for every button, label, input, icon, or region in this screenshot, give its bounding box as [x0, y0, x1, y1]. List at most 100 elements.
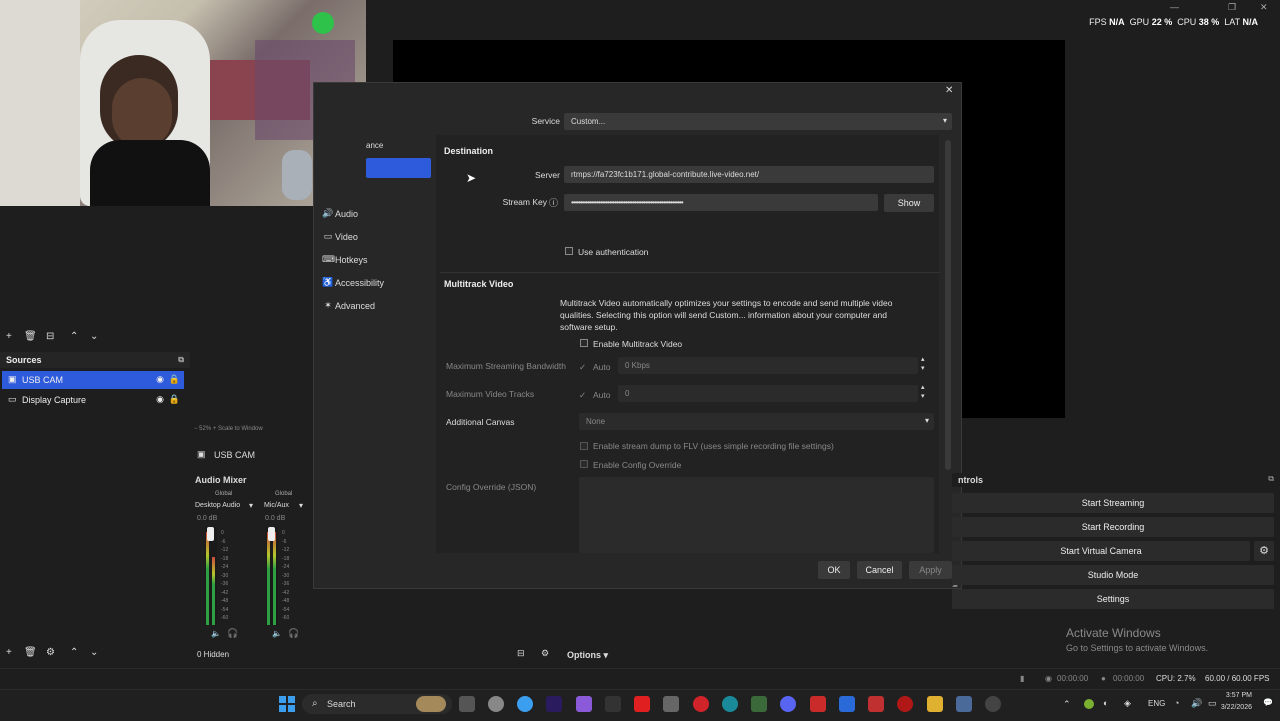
after-effects-icon[interactable] [546, 696, 562, 712]
gear-icon[interactable]: ⚙ [541, 648, 549, 659]
accessibility-icon: ♿ [322, 277, 334, 287]
add-icon[interactable]: + [6, 331, 12, 342]
nav-item-advanced[interactable]: ✶ Advanced [320, 297, 430, 315]
volume-slider-handle[interactable] [207, 527, 214, 541]
show-key-button[interactable]: Show [884, 194, 934, 212]
tray-app-icon[interactable]: ◐ [1103, 698, 1108, 708]
enable-multitrack-checkbox[interactable] [580, 339, 588, 347]
help-icon[interactable]: ⓘ [549, 196, 558, 209]
move-up-icon[interactable]: ⌃ [70, 647, 78, 658]
obs-taskbar-icon[interactable] [985, 696, 1001, 712]
scrollbar[interactable] [945, 140, 951, 470]
settings-button[interactable]: Settings [952, 589, 1274, 609]
start-streaming-button[interactable]: Start Streaming [952, 493, 1274, 513]
tray-chevron-up-icon[interactable]: ⌃ [1063, 699, 1071, 710]
ok-button[interactable]: OK [818, 561, 850, 579]
language-indicator[interactable]: ENG [1148, 699, 1165, 708]
maximize-icon[interactable]: ❐ [1228, 2, 1236, 13]
auto-tracks-check[interactable]: ✓ [579, 390, 586, 401]
config-json-textarea[interactable] [579, 477, 934, 553]
start-recording-button[interactable]: Start Recording [952, 517, 1274, 537]
start-virtual-camera-button[interactable]: Start Virtual Camera [952, 541, 1250, 561]
app-icon[interactable] [663, 696, 679, 712]
pinterest-icon[interactable] [693, 696, 709, 712]
clock-date[interactable]: 3/22/2026 [1213, 704, 1252, 711]
max-bandwidth-spin[interactable]: 0 Kbps [618, 357, 918, 374]
tray-app-icon[interactable] [1084, 699, 1094, 709]
additional-canvas-select[interactable]: None ▾ [579, 413, 934, 430]
service-select[interactable]: Custom... ▾ [564, 113, 952, 130]
use-auth-checkbox[interactable] [565, 247, 573, 255]
app-icon[interactable] [897, 696, 913, 712]
clock-time[interactable]: 3:57 PM [1220, 692, 1252, 699]
chrome-icon[interactable] [517, 696, 533, 712]
edge-icon[interactable] [722, 696, 738, 712]
tray-app-icon[interactable]: ◈ [1124, 698, 1131, 709]
filter-icon[interactable]: ⊟ [46, 331, 54, 342]
apply-button[interactable]: Apply [909, 561, 952, 579]
channel-menu-icon[interactable]: ▾ [249, 501, 253, 510]
max-tracks-spin[interactable]: 0 [618, 385, 918, 402]
app-icon[interactable] [751, 696, 767, 712]
nav-item-audio[interactable]: 🔊 Audio [320, 205, 430, 223]
speaker-icon[interactable]: 🔈 [272, 629, 282, 638]
dialog-close-icon[interactable]: ✕ [945, 85, 953, 96]
wifi-icon[interactable]: ◔ [1174, 698, 1179, 708]
app-icon[interactable] [956, 696, 972, 712]
app-icon[interactable] [810, 696, 826, 712]
cancel-button[interactable]: Cancel [857, 561, 902, 579]
stream-dump-checkbox[interactable] [580, 442, 588, 450]
gear-icon[interactable]: ⚙ [46, 647, 55, 658]
nav-item-stream[interactable] [366, 158, 431, 178]
task-view-icon[interactable] [459, 696, 475, 712]
server-input[interactable]: rtmps://fa723fc1b171.global-contribute.l… [564, 166, 934, 183]
move-up-icon[interactable]: ⌃ [70, 331, 78, 342]
auto-bandwidth-check[interactable]: ✓ [579, 362, 586, 373]
stream-key-input[interactable]: ••••••••••••••••••••••••••••••••••••••••… [564, 194, 878, 211]
studio-mode-button[interactable]: Studio Mode [952, 565, 1274, 585]
taskbar-search[interactable]: ⌕ Search [302, 694, 452, 714]
trash-icon[interactable]: 🗑 [24, 331, 37, 342]
nav-item-hotkeys[interactable]: ⌨ Hotkeys [320, 251, 430, 269]
windows-start-icon[interactable] [279, 696, 295, 712]
nav-item-appearance[interactable]: ance [366, 141, 383, 150]
move-down-icon[interactable]: ⌄ [90, 647, 98, 658]
options-button[interactable]: Options ▾ [567, 650, 608, 661]
layout-icon[interactable]: ⊟ [517, 648, 525, 659]
virtual-camera-gear-icon[interactable]: ⚙ [1254, 541, 1274, 561]
app-icon[interactable] [488, 696, 504, 712]
lock-icon[interactable]: 🔒 [169, 394, 180, 405]
source-item-display-capture[interactable]: ▭ Display Capture ◉ 🔒 [2, 391, 184, 409]
volume-slider-handle[interactable] [268, 527, 275, 541]
headphones-icon[interactable]: 🎧 [288, 628, 299, 639]
undock-icon[interactable]: ⧉ [1268, 474, 1274, 484]
trash-icon[interactable]: 🗑 [24, 647, 37, 658]
app-icon[interactable] [576, 696, 592, 712]
lock-icon[interactable]: 🔒 [169, 374, 180, 385]
discord-icon[interactable] [780, 696, 796, 712]
obs-icon[interactable] [605, 696, 621, 712]
app-icon[interactable] [868, 696, 884, 712]
speaker-icon[interactable]: 🔈 [211, 629, 221, 638]
minimize-icon[interactable]: — [1170, 2, 1179, 12]
add-icon[interactable]: + [6, 647, 12, 658]
volume-icon[interactable]: 🔊 [1191, 698, 1202, 709]
file-explorer-icon[interactable] [927, 696, 943, 712]
channel-menu-icon[interactable]: ▾ [299, 501, 303, 510]
source-item-usb-cam[interactable]: ▣ USB CAM ◉ 🔒 [2, 371, 184, 389]
move-down-icon[interactable]: ⌄ [90, 331, 98, 342]
scale-to-window[interactable]: Scale to Window [218, 426, 263, 432]
notifications-icon[interactable]: 💬 [1263, 698, 1273, 707]
spin-arrows-icon[interactable]: ▴ ▾ [921, 355, 925, 373]
nav-item-video[interactable]: ▭ Video [320, 228, 430, 246]
youtube-icon[interactable] [634, 696, 650, 712]
app-icon[interactable] [839, 696, 855, 712]
visibility-eye-icon[interactable]: ◉ [156, 394, 164, 405]
nav-item-accessibility[interactable]: ♿ Accessibility [320, 274, 430, 292]
visibility-eye-icon[interactable]: ◉ [156, 374, 164, 385]
close-window-icon[interactable]: ✕ [1260, 2, 1268, 13]
spin-arrows-icon[interactable]: ▴ ▾ [921, 383, 925, 401]
undock-icon[interactable]: ⧉ [178, 355, 184, 365]
headphones-icon[interactable]: 🎧 [227, 628, 238, 639]
config-override-checkbox[interactable] [580, 460, 588, 468]
